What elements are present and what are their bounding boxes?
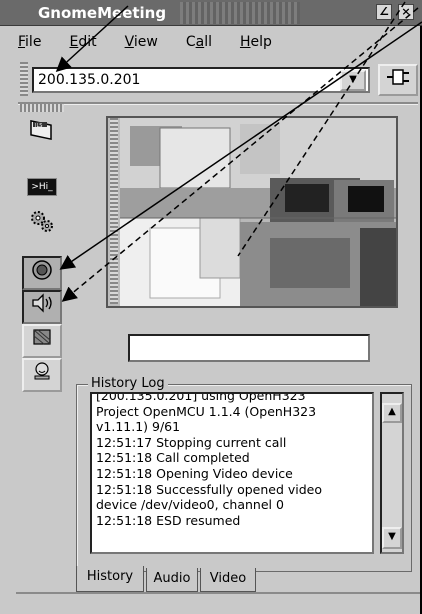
menu-file-mnemonic: F <box>18 34 26 50</box>
history-line: device /dev/video0, channel 0 <box>96 497 284 513</box>
video-handle[interactable] <box>110 118 118 304</box>
video-preview-icon <box>32 260 52 280</box>
address-dropdown-button[interactable]: ▼ <box>340 70 366 91</box>
history-line: Project OpenMCU 1.1.4 (OpenH323 <box>96 403 317 419</box>
tab-history-label: History <box>86 569 134 584</box>
tab-video[interactable]: Video <box>200 568 256 592</box>
video-settings-button[interactable] <box>22 324 62 358</box>
text-chat-icon: >Hi_ <box>27 178 57 196</box>
tab-audio[interactable]: Audio <box>146 568 198 592</box>
history-line: v1.11.1) 9/61 <box>96 419 181 435</box>
history-line: 12:51:18 Call completed <box>96 450 250 466</box>
status-text-field <box>128 334 370 362</box>
menu-bar: File Edit View Call Help <box>18 34 300 56</box>
video-preview-toggle[interactable] <box>22 256 62 290</box>
history-log-label: History Log <box>88 376 168 391</box>
menu-file-rest: ile <box>25 34 42 50</box>
user-presence-icon <box>34 362 50 380</box>
menu-file[interactable]: File <box>18 34 41 56</box>
menu-call-pre: C <box>185 34 196 50</box>
connect-button[interactable] <box>378 64 418 96</box>
menu-call[interactable]: Call <box>186 34 212 56</box>
minimize-button[interactable]: ∠ <box>376 4 392 20</box>
user-presence-button[interactable] <box>22 358 62 392</box>
window-title: GnomeMeeting <box>38 4 167 22</box>
status-bar <box>16 592 420 614</box>
history-line: 12:51:17 Stopping current call <box>96 434 287 450</box>
address-toolbar-handle[interactable] <box>20 62 28 96</box>
toolbar-separator <box>18 102 418 105</box>
audio-speaker-icon <box>32 293 52 313</box>
close-button[interactable]: × <box>398 4 414 20</box>
tab-history[interactable]: History <box>76 566 144 592</box>
menu-help-rest: elp <box>250 34 272 50</box>
audio-toggle[interactable] <box>22 290 62 324</box>
address-value: 200.135.0.201 <box>38 72 141 88</box>
control-panel-gears-icon <box>31 211 53 232</box>
history-log-text[interactable]: [200.135.0.201] using OpenH323 Project O… <box>90 392 374 554</box>
plug-icon <box>387 69 409 85</box>
control-panel-button[interactable] <box>22 208 62 242</box>
ils-directory-button[interactable]: ILS <box>22 116 62 150</box>
menu-help-mnemonic: H <box>239 34 251 50</box>
menu-help[interactable]: Help <box>240 34 272 56</box>
scroll-up-button[interactable]: ▲ <box>382 403 402 423</box>
menu-edit-mnemonic: E <box>69 34 79 50</box>
menu-edit[interactable]: Edit <box>69 34 96 56</box>
scroll-up-icon: ▲ <box>388 406 396 417</box>
history-line: 12:51:18 Successfully opened video <box>96 481 323 497</box>
text-chat-button[interactable]: >Hi_ <box>22 168 62 202</box>
left-toolbar-handle[interactable] <box>20 104 64 112</box>
svg-text:ILS: ILS <box>35 123 42 129</box>
tab-audio-label: Audio <box>153 571 191 586</box>
address-combo-input[interactable]: 200.135.0.201 <box>32 67 370 93</box>
chevron-down-icon: ▼ <box>349 74 357 85</box>
video-image <box>120 118 396 306</box>
video-settings-icon <box>33 329 51 345</box>
history-line: 12:51:18 ESD resumed <box>96 512 241 528</box>
menu-view[interactable]: View <box>125 34 158 56</box>
menu-call-mnemonic: a <box>195 34 205 50</box>
history-line: 12:51:18 Opening Video device <box>96 465 293 481</box>
title-bar-texture <box>180 2 300 24</box>
menu-edit-rest: dit <box>78 34 97 50</box>
title-bar[interactable]: GnomeMeeting ∠ × <box>0 0 422 26</box>
history-line: [200.135.0.201] using OpenH323 <box>96 392 306 403</box>
menu-call-rest: ll <box>204 34 212 50</box>
menu-view-mnemonic: V <box>124 34 134 50</box>
gnomemeeting-window: GnomeMeeting ∠ × File Edit View Call Hel… <box>0 0 422 614</box>
tab-video-label: Video <box>209 571 247 586</box>
scroll-down-icon: ▼ <box>388 531 396 542</box>
scroll-down-button[interactable]: ▼ <box>382 527 402 549</box>
ils-directory-icon: ILS <box>30 119 52 141</box>
menu-view-rest: iew <box>133 34 158 50</box>
